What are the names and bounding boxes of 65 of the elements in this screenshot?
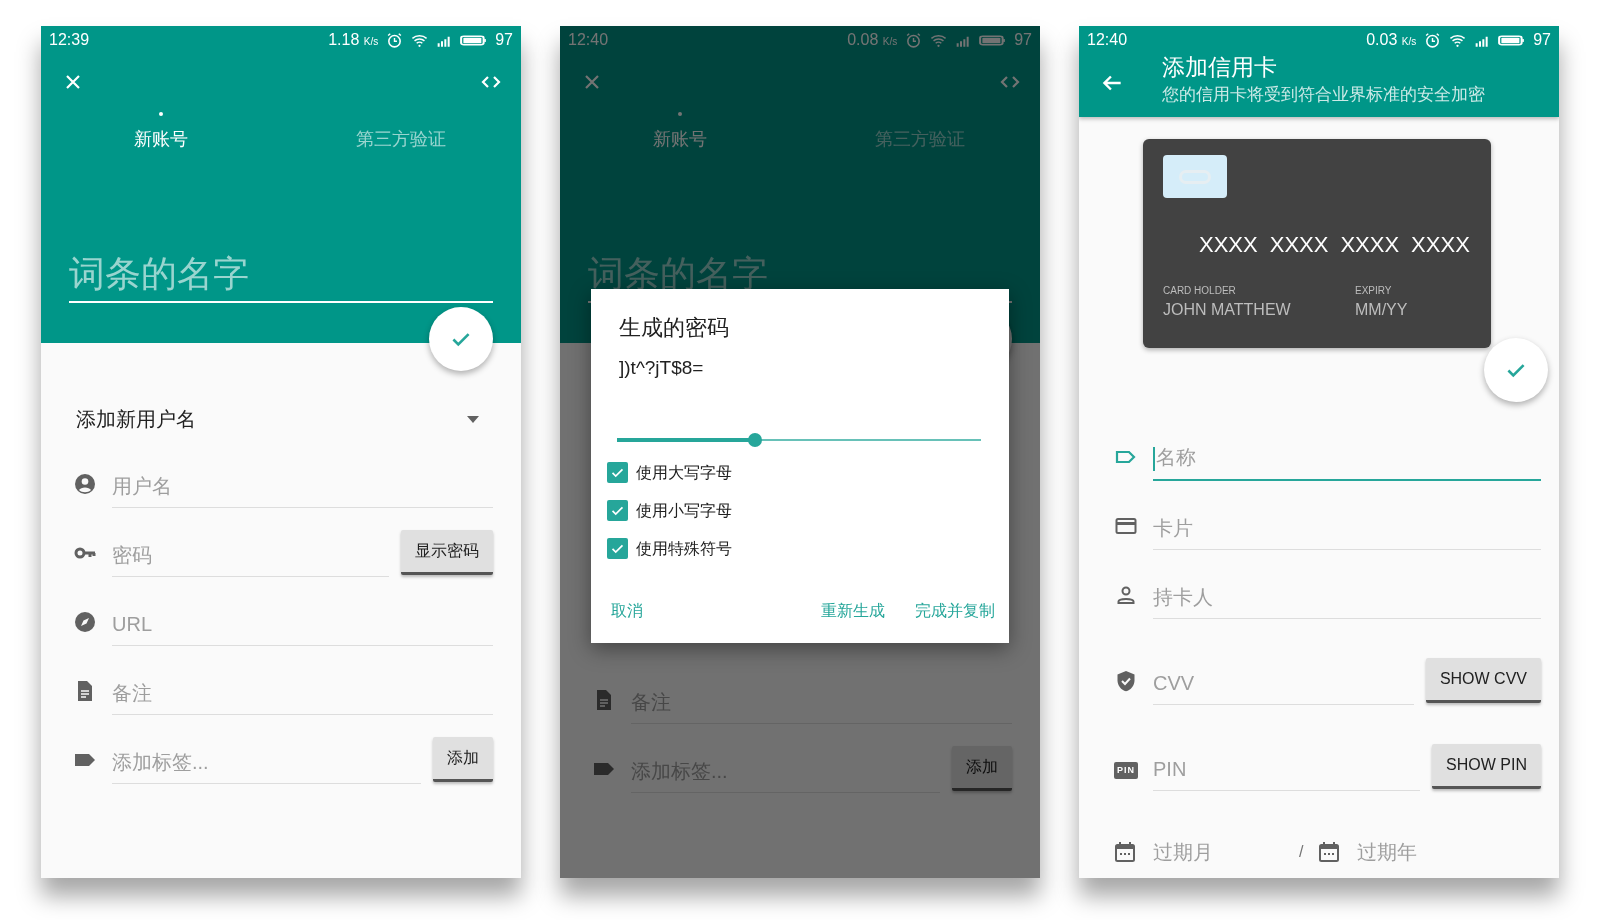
- input-field[interactable]: 持卡人: [1153, 584, 1541, 619]
- network-speed: 1.18 K/s: [328, 30, 379, 50]
- card-number-group: XXXX: [1199, 228, 1258, 261]
- expiry-label: EXPIRY: [1355, 284, 1393, 298]
- input-field[interactable]: 名称: [1153, 444, 1541, 481]
- status-time: 12:39: [49, 30, 90, 50]
- card-holder-label: CARD HOLDER: [1163, 284, 1237, 298]
- card-number-group: XXXX: [1340, 228, 1400, 261]
- toggle-button[interactable]: 添加: [952, 746, 1012, 791]
- account-circle-icon: [73, 472, 97, 496]
- date-separator: /: [1299, 842, 1304, 862]
- card-number-group: XXXX: [1411, 228, 1470, 261]
- network-speed: 0.03 K/s: [1366, 30, 1417, 50]
- username-dropdown[interactable]: 添加新用户名: [72, 399, 493, 439]
- tab[interactable]: 第三方验证: [281, 112, 521, 154]
- input-field[interactable]: CVV: [1153, 670, 1414, 705]
- dialog-action[interactable]: 完成并复制: [909, 594, 1001, 627]
- toggle-button[interactable]: 显示密码: [401, 530, 493, 575]
- dialog-title: 生成的密码: [619, 314, 730, 342]
- tab[interactable]: 第三方验证: [800, 112, 1040, 154]
- title-input-field[interactable]: 词条的名字: [69, 252, 493, 304]
- screen-subtitle: 您的信用卡将受到符合业界标准的安全加密: [1162, 83, 1485, 106]
- dialog-action[interactable]: 取消: [605, 594, 649, 627]
- card-holder-name: JOHN MATTHEW: [1163, 300, 1292, 320]
- option-checkbox[interactable]: 使用大写字母: [607, 460, 981, 485]
- option-checkbox[interactable]: 使用特殊符号: [607, 536, 981, 561]
- compass-icon: [73, 610, 97, 634]
- length-slider[interactable]: [617, 432, 981, 447]
- card-chip-icon: [1163, 155, 1227, 198]
- calendar-icon: [1317, 840, 1342, 864]
- screen-title: 添加信用卡: [1162, 54, 1278, 82]
- dialog-action[interactable]: 重新生成: [815, 594, 891, 627]
- input-field[interactable]: PIN: [1153, 756, 1421, 791]
- card-number-group: XXXX: [1269, 228, 1329, 261]
- input-field[interactable]: 用户名: [112, 473, 493, 508]
- option-checkbox[interactable]: 使用小写字母: [607, 498, 981, 523]
- confirm-button[interactable]: [1484, 338, 1548, 402]
- toggle-button[interactable]: 添加: [433, 737, 493, 782]
- toggle-button[interactable]: SHOW PIN: [1432, 744, 1541, 789]
- alarm-clock-icon: [905, 31, 923, 49]
- battery-level: 97: [495, 30, 513, 50]
- caret-icon: [467, 415, 479, 423]
- expiry-month-field[interactable]: 过期月: [1153, 837, 1213, 867]
- confirm-button[interactable]: [429, 307, 493, 371]
- battery-level: 97: [1533, 30, 1551, 50]
- input-field[interactable]: 卡片: [1153, 515, 1541, 550]
- generated-password: ])t^?jT$8=: [619, 356, 705, 380]
- battery-level: 97: [1014, 30, 1032, 50]
- status-time: 12:40: [568, 30, 609, 50]
- alarm-clock-icon: [386, 31, 404, 49]
- pin-icon: PIN: [1114, 761, 1138, 779]
- tab[interactable]: 新账号: [560, 112, 800, 154]
- input-field[interactable]: 添加标签...: [112, 749, 421, 784]
- status-time: 12:40: [1087, 30, 1128, 50]
- expiry-year-field[interactable]: 过期年: [1357, 837, 1418, 867]
- shield-check-icon: [1114, 669, 1138, 693]
- alarm-clock-icon: [1424, 31, 1442, 49]
- toggle-button[interactable]: SHOW CVV: [1425, 658, 1541, 703]
- calendar-icon: [1113, 840, 1137, 864]
- expiry-value: MM/YY: [1355, 300, 1408, 320]
- network-speed: 0.08 K/s: [847, 30, 898, 50]
- input-field[interactable]: 密码: [112, 542, 389, 577]
- tab[interactable]: 新账号: [41, 112, 281, 154]
- input-field[interactable]: URL: [112, 611, 493, 646]
- input-field[interactable]: 备注: [112, 680, 493, 715]
